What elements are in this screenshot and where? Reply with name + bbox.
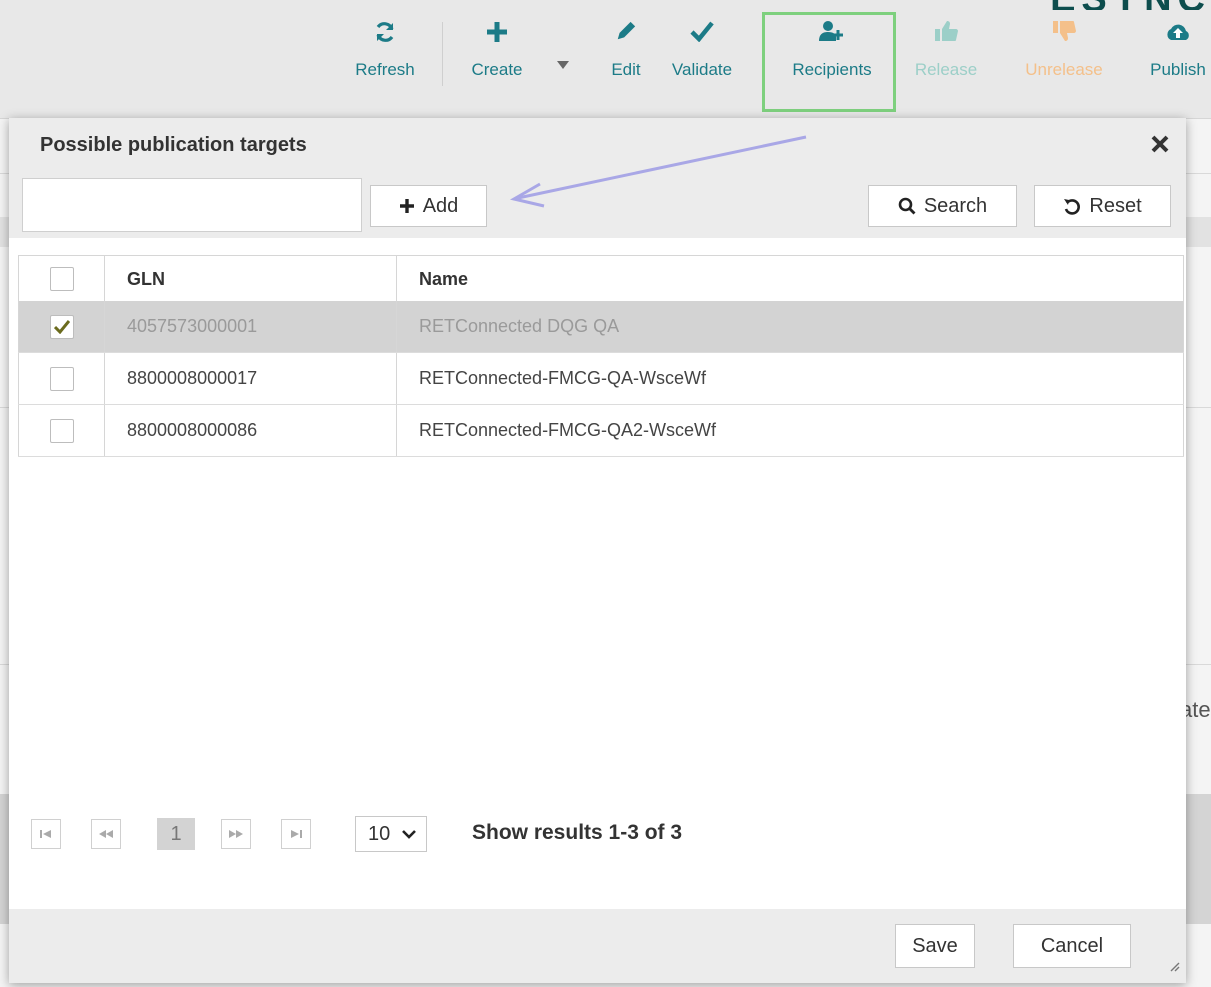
first-page-icon — [40, 830, 51, 838]
row-checkbox-cell — [18, 405, 105, 456]
results-info: Show results 1-3 of 3 — [472, 821, 683, 844]
refresh-label: Refresh — [355, 60, 415, 79]
create-button[interactable]: Create — [466, 14, 528, 94]
edit-button[interactable]: Edit — [607, 14, 645, 94]
cancel-button[interactable]: Cancel — [1013, 924, 1131, 968]
caret-down-icon — [553, 54, 573, 74]
search-icon — [898, 197, 916, 215]
recipients-label: Recipients — [792, 60, 872, 79]
pagination: 1 10 Show results 1-3 of 3 — [9, 799, 1186, 869]
cell-name: RETConnected-FMCG-QA2-WsceWf — [397, 405, 1184, 456]
create-dropdown-button[interactable] — [553, 14, 573, 94]
publication-targets-dialog: Possible publication targets Add Search … — [9, 118, 1186, 983]
recipients-button[interactable]: Recipients — [784, 14, 880, 94]
thumbs-down-icon — [1018, 20, 1110, 50]
check-icon — [666, 20, 738, 50]
plus-icon — [399, 199, 414, 213]
row-checkbox[interactable] — [49, 418, 74, 443]
save-button[interactable]: Save — [895, 924, 975, 968]
next-page-button[interactable] — [221, 819, 251, 849]
cloud-upload-icon — [1146, 20, 1210, 50]
chevron-down-icon — [402, 830, 416, 839]
row-checkbox[interactable] — [49, 314, 74, 339]
previous-page-icon — [99, 830, 113, 838]
row-checkbox-cell — [18, 353, 105, 404]
search-button-label: Search — [923, 194, 988, 217]
resize-grip-icon[interactable] — [1168, 959, 1180, 977]
unrelease-button[interactable]: Unrelease — [1018, 14, 1110, 94]
add-button-label: Add — [422, 194, 459, 217]
publish-label: Publish — [1150, 60, 1206, 79]
checkmark-icon — [53, 319, 70, 334]
close-icon[interactable] — [1150, 134, 1172, 156]
column-header-name[interactable]: Name — [397, 256, 1184, 302]
validate-button[interactable]: Validate — [666, 14, 738, 94]
table-header: GLN Name — [18, 255, 1184, 303]
add-button[interactable]: Add — [370, 185, 487, 227]
search-button[interactable]: Search — [868, 185, 1017, 227]
cell-name: RETConnected DQG QA — [397, 301, 1184, 352]
page-size-value: 10 — [368, 822, 391, 845]
select-all-checkbox[interactable] — [49, 267, 74, 291]
validate-label: Validate — [671, 60, 733, 79]
pencil-icon — [607, 20, 645, 50]
first-page-button[interactable] — [31, 819, 61, 849]
previous-page-button[interactable] — [91, 819, 121, 849]
release-label: Release — [914, 60, 978, 79]
users-icon — [784, 20, 880, 50]
column-header-gln[interactable]: GLN — [105, 256, 397, 302]
table-row[interactable]: 4057573000001 RETConnected DQG QA — [18, 301, 1184, 353]
next-page-icon — [229, 830, 243, 838]
main-toolbar: ESYNC Refresh Create Edit Validate Re — [0, 0, 1211, 119]
release-button[interactable]: Release — [908, 14, 984, 94]
unrelease-label: Unrelease — [1025, 60, 1103, 79]
table-row[interactable]: 8800008000017 RETConnected-FMCG-QA-WsceW… — [18, 353, 1184, 405]
edit-label: Edit — [611, 60, 641, 79]
page-size-select[interactable]: 10 — [355, 816, 427, 852]
select-all-cell — [18, 256, 105, 302]
table-row[interactable]: 8800008000086 RETConnected-FMCG-QA2-Wsce… — [18, 405, 1184, 457]
publish-button[interactable]: Publish — [1146, 14, 1210, 94]
cell-gln: 8800008000017 — [105, 353, 397, 404]
last-page-button[interactable] — [281, 819, 311, 849]
undo-icon — [1064, 199, 1081, 215]
refresh-icon — [349, 20, 421, 50]
cell-gln: 8800008000086 — [105, 405, 397, 456]
dialog-footer: Save Cancel — [9, 909, 1186, 983]
row-checkbox[interactable] — [49, 366, 74, 391]
cell-gln: 4057573000001 — [105, 301, 397, 352]
toolbar-separator — [442, 22, 443, 86]
search-input[interactable] — [22, 178, 362, 232]
last-page-icon — [291, 830, 302, 838]
thumbs-up-icon — [908, 20, 984, 50]
reset-button[interactable]: Reset — [1034, 185, 1171, 227]
brand-logo: ESYNC — [971, 0, 1211, 10]
create-label: Create — [471, 60, 523, 79]
reset-button-label: Reset — [1089, 194, 1142, 217]
row-checkbox-cell — [18, 301, 105, 352]
plus-icon — [466, 20, 528, 50]
cell-name: RETConnected-FMCG-QA-WsceWf — [397, 353, 1184, 404]
dialog-title: Possible publication targets — [40, 134, 307, 156]
refresh-button[interactable]: Refresh — [349, 14, 421, 94]
current-page[interactable]: 1 — [157, 818, 195, 850]
dialog-header: Possible publication targets Add Search … — [9, 118, 1186, 238]
